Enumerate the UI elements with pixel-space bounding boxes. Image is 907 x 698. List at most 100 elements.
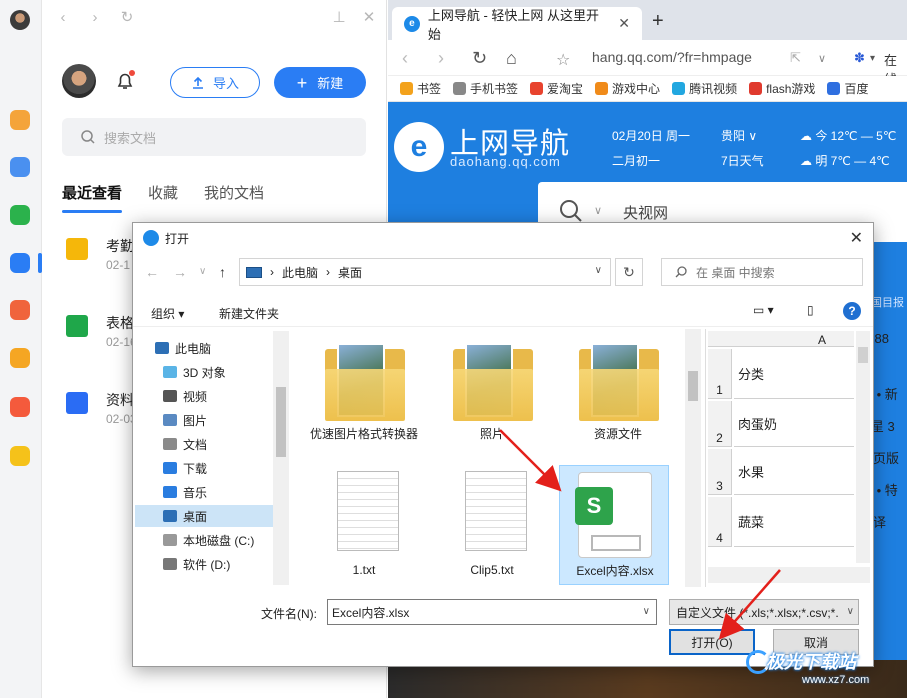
chevron-down-icon[interactable]: ▾ (870, 53, 875, 64)
forward-icon[interactable]: › (438, 48, 444, 69)
paw-icon[interactable]: ✽ (854, 50, 865, 66)
tree-item[interactable]: 下载 (135, 457, 287, 479)
chevron-down-icon[interactable]: ∨ (643, 606, 650, 617)
close-icon[interactable]: ✕ (360, 9, 378, 27)
reload-icon[interactable]: ↻ (472, 48, 487, 69)
breadcrumb-desktop[interactable]: 桌面 (338, 264, 362, 281)
tree-item[interactable]: 本地磁盘 (C:) (135, 529, 287, 551)
tree-scrollbar[interactable] (273, 331, 289, 585)
forward-arrow-icon[interactable]: → (173, 264, 187, 280)
help-icon[interactable]: ? (843, 302, 861, 320)
tab-my-docs[interactable]: 我的文档 (204, 182, 264, 203)
tab-daohang[interactable]: e 上网导航 - 轻快上网 从这里开始 ✕ (392, 7, 642, 42)
row-header: 4 (708, 497, 732, 547)
bookmark-item[interactable]: flash游戏 (749, 80, 815, 97)
wechat-app-icon[interactable] (10, 205, 30, 225)
chevron-down-icon[interactable]: ∨ (818, 52, 826, 65)
chevron-down-icon[interactable]: ∨ (595, 265, 602, 276)
tab-recent[interactable]: 最近查看 (62, 182, 123, 213)
chevron-down-icon[interactable]: ∨ (594, 204, 602, 217)
path-breadcrumb[interactable]: › 此电脑 › 桌面 ∨ (239, 258, 611, 286)
folder-search-input[interactable]: 在 桌面 中搜索 (661, 258, 863, 286)
filetype-select[interactable]: 自定义文件 (*.xls;*.xlsx;*.csv;*. ∨ (669, 599, 859, 625)
tree-item[interactable]: 此电脑 (135, 337, 287, 359)
preview-scroll-thumb[interactable] (858, 347, 868, 363)
city-select[interactable]: 贵阳 ∨ (721, 127, 757, 144)
user-avatar[interactable] (62, 64, 96, 98)
files-scroll-thumb[interactable] (688, 371, 698, 401)
tree-item[interactable]: 文档 (135, 433, 287, 455)
music-app-icon[interactable] (10, 446, 30, 466)
filetype-value: 自定义文件 (*.xls;*.xlsx;*.csv;*. (676, 605, 839, 620)
tree-item-label: 音乐 (183, 485, 208, 500)
breadcrumb-pc[interactable]: 此电脑 (282, 264, 318, 281)
preview-hscrollbar[interactable] (708, 567, 870, 583)
forecast-link[interactable]: 7日天气 (721, 152, 764, 169)
pin-icon[interactable]: ⊥ (330, 9, 348, 27)
share-icon[interactable]: ⇱ (790, 50, 801, 66)
drive-c-icon (163, 534, 177, 546)
clock-app-icon[interactable] (10, 157, 30, 177)
bookmark-item[interactable]: 手机书签 (453, 80, 518, 97)
open-button[interactable]: 打开(O) (669, 629, 755, 655)
preview-pane-icon[interactable]: ▯ (807, 303, 814, 317)
tree-item[interactable]: 软件 (D:) (135, 553, 287, 575)
up-arrow-icon[interactable]: ↑ (219, 264, 226, 280)
tree-item[interactable]: 音乐 (135, 481, 287, 503)
refresh-icon[interactable]: ↻ (118, 9, 136, 27)
file-item[interactable]: Clip5.txt (437, 465, 547, 583)
docs-app-icon[interactable] (10, 253, 30, 273)
tab-favorites[interactable]: 收藏 (148, 182, 178, 203)
bookmark-item[interactable]: 游戏中心 (595, 80, 660, 97)
tree-item[interactable]: 桌面 (135, 505, 287, 527)
bookmarks-bar: 书签 手机书签 爱淘宝 游戏中心 腾讯视频 flash游戏 百度 (388, 76, 907, 102)
tree-item[interactable]: 3D 对象 (135, 361, 287, 383)
new-button[interactable]: + 新建 (274, 67, 366, 98)
filename-input[interactable]: Excel内容.xlsx ∨ (327, 599, 657, 625)
avatar[interactable] (10, 10, 30, 30)
file-item[interactable]: 1.txt (309, 465, 419, 583)
folder-item[interactable]: 照片 (437, 335, 547, 453)
star-icon[interactable]: ☆ (556, 50, 570, 70)
file-item[interactable]: S Excel内容.xlsx (559, 465, 669, 585)
bookmark-label: 百度 (844, 82, 869, 96)
dialog-close-icon[interactable]: ✕ (850, 228, 863, 248)
weather-today-label: 今 12℃ — 5℃ (815, 129, 897, 143)
star-app-icon[interactable] (10, 110, 30, 130)
pdf-app-icon[interactable] (10, 300, 30, 320)
bookmark-item[interactable]: 百度 (827, 80, 868, 97)
bookmark-item[interactable]: 腾讯视频 (672, 80, 737, 97)
tree-item[interactable]: 视频 (135, 385, 287, 407)
back-icon[interactable]: ‹ (402, 48, 408, 69)
breadcrumb-sep-icon: › (326, 265, 331, 279)
file-label: 资源文件 (593, 427, 642, 441)
back-icon[interactable]: ‹ (54, 9, 72, 27)
daohang-logo-icon[interactable]: e (394, 122, 444, 172)
image-app-icon[interactable] (10, 397, 30, 417)
tab-close-icon[interactable]: ✕ (618, 15, 630, 32)
folder-item[interactable]: 优速图片格式转换器 (309, 335, 419, 453)
recent-dropdown-icon[interactable]: ∨ (199, 266, 206, 277)
bell-icon[interactable] (114, 70, 136, 92)
search-app-icon[interactable] (10, 348, 30, 368)
bookmark-item[interactable]: 书签 (400, 80, 441, 97)
tree-item[interactable]: 图片 (135, 409, 287, 431)
new-folder-button[interactable]: 新建文件夹 (219, 305, 279, 322)
bookmark-item[interactable]: 爱淘宝 (530, 80, 583, 97)
url-input[interactable]: hang.qq.com/?fr=hmpage (592, 49, 752, 65)
back-arrow-icon[interactable]: ← (145, 264, 159, 280)
refresh-button[interactable]: ↻ (615, 258, 643, 286)
folder-item[interactable]: 资源文件 (563, 335, 673, 453)
new-tab-icon[interactable]: + (652, 10, 664, 33)
doc-search-input[interactable]: 搜索文档 (62, 118, 366, 156)
organize-menu[interactable]: 组织 ▾ (151, 305, 184, 322)
tree-scroll-thumb[interactable] (276, 387, 286, 457)
bookmark-label: 游戏中心 (612, 82, 661, 96)
home-icon[interactable]: ⌂ (506, 48, 517, 69)
import-button[interactable]: 导入 (170, 67, 260, 98)
files-scrollbar[interactable] (685, 329, 701, 587)
forward-icon[interactable]: › (86, 9, 104, 27)
dialog-titlebar: 打开 ✕ (133, 223, 873, 253)
view-options-icon[interactable]: ▭ ▾ (753, 303, 774, 317)
preview-scrollbar[interactable] (856, 331, 870, 563)
